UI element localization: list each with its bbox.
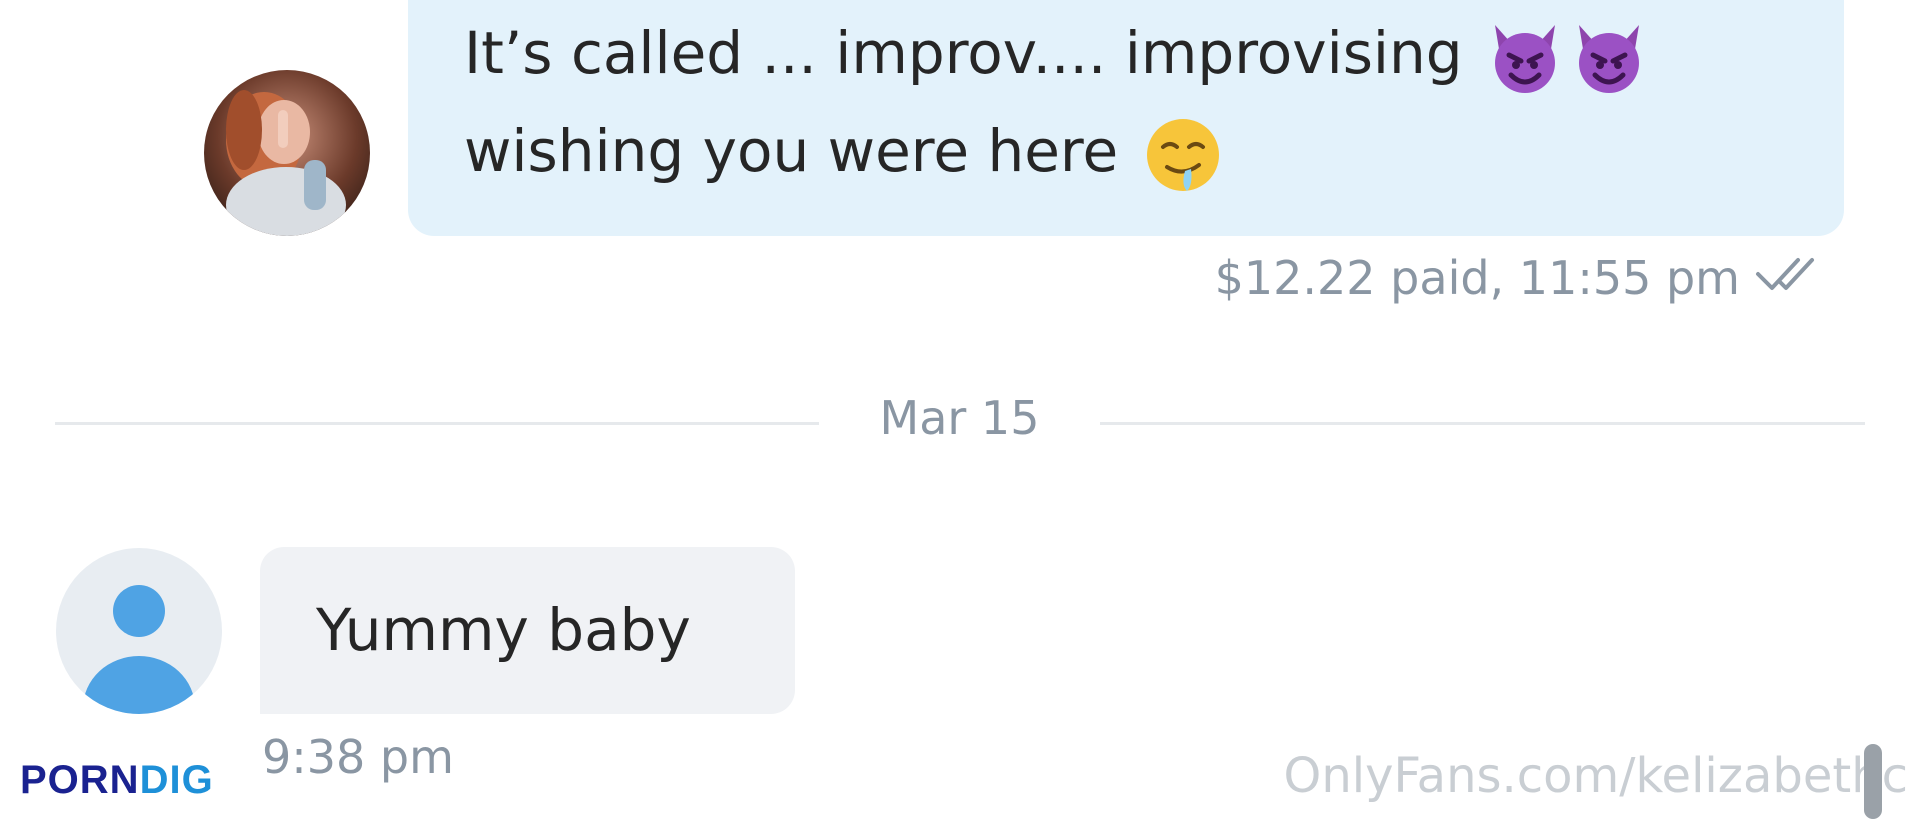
onlyfans-url-watermark: OnlyFans.com/kelizabethc <box>1283 748 1908 804</box>
incoming-message-bubble[interactable]: Yummy baby <box>260 547 795 714</box>
date-divider-label: Mar 15 <box>879 391 1040 445</box>
outgoing-message-text-1: It’s called ... improv.... improvising <box>464 19 1463 88</box>
scrollbar-handle[interactable] <box>1864 744 1882 819</box>
date-divider-line-left <box>55 422 819 425</box>
outgoing-message-line1: It’s called ... improv.... improvising <box>464 17 1649 97</box>
double-check-icon <box>1754 251 1844 305</box>
outgoing-message-line2: wishing you were here <box>464 113 1225 197</box>
fan-avatar[interactable] <box>56 548 222 714</box>
smiling-imp-icon <box>1569 17 1649 97</box>
smiling-imp-icon <box>1485 17 1565 97</box>
incoming-message-time: 9:38 pm <box>262 730 454 784</box>
payment-time-text: $12.22 paid, 11:55 pm <box>1214 251 1740 305</box>
watermark-part-2: DIG <box>139 758 214 802</box>
outgoing-message-bubble[interactable]: It’s called ... improv.... improvising w… <box>408 0 1844 236</box>
outgoing-message-text-2: wishing you were here <box>464 117 1119 186</box>
date-divider-line-right <box>1100 422 1865 425</box>
drooling-face-icon <box>1141 113 1225 197</box>
creator-avatar[interactable] <box>204 70 370 236</box>
porndig-watermark: PORNDIG <box>20 755 214 805</box>
user-placeholder-icon <box>83 585 195 714</box>
outgoing-message-meta: $12.22 paid, 11:55 pm <box>1215 248 1844 308</box>
watermark-part-1: PORN <box>20 758 140 802</box>
incoming-message-text: Yummy baby <box>316 596 691 664</box>
